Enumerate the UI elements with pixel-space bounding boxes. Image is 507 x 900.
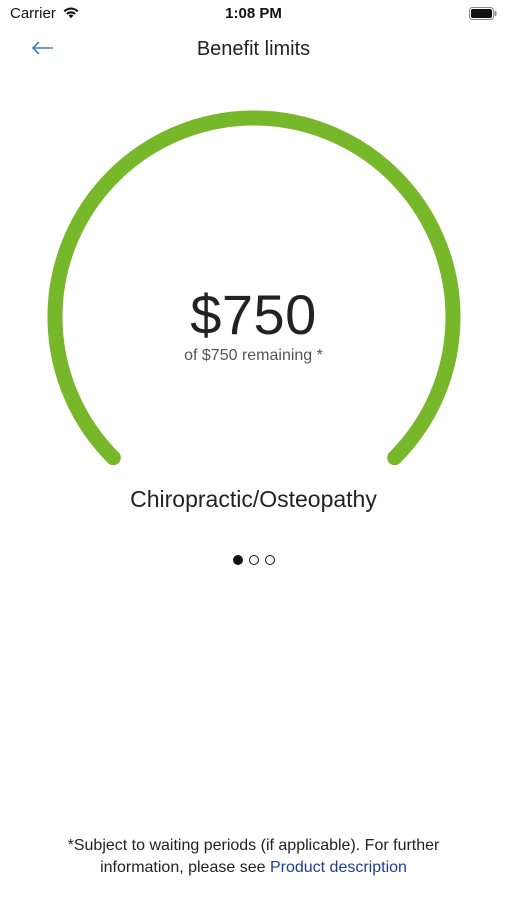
status-bar: Carrier 1:08 PM xyxy=(0,0,507,28)
page-indicator xyxy=(0,555,507,565)
nav-bar: Benefit limits xyxy=(0,30,507,70)
benefit-gauge xyxy=(0,0,507,900)
footer-note: *Subject to waiting periods (if applicab… xyxy=(30,835,477,879)
page-title: Benefit limits xyxy=(196,38,311,60)
benefit-limits-screen: Carrier 1:08 PM Benefit limits $750 of $… xyxy=(0,0,507,900)
product-description-link[interactable]: Product description xyxy=(270,859,407,876)
page-dot[interactable] xyxy=(264,555,275,565)
page-dot[interactable] xyxy=(232,555,243,565)
clock: 1:08 PM xyxy=(225,5,282,22)
battery-icon xyxy=(469,7,497,20)
remaining-amount: $750 xyxy=(190,283,317,346)
gauge-ring xyxy=(47,110,461,466)
benefit-category: Chiropractic/Osteopathy xyxy=(130,486,377,512)
page-dot[interactable] xyxy=(248,555,259,565)
remaining-caption: of $750 remaining * xyxy=(184,347,323,364)
